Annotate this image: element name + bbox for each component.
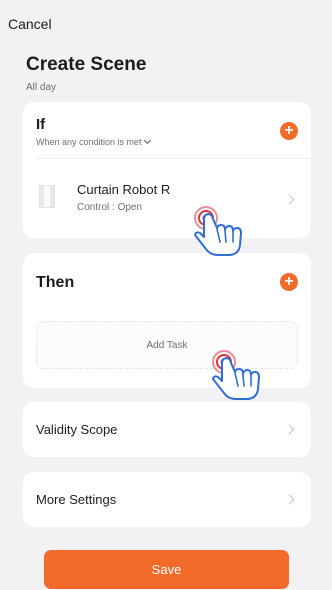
schedule-subtitle: All day: [26, 82, 57, 93]
chevron-right-icon: [284, 494, 295, 505]
divider: [36, 158, 311, 159]
cancel-button[interactable]: Cancel: [8, 16, 52, 32]
add-action-button[interactable]: +: [280, 273, 298, 291]
device-control: Control : Open: [77, 202, 143, 213]
page-title: Create Scene: [26, 54, 147, 75]
curtain-device-icon: [39, 185, 55, 208]
more-settings-row[interactable]: More Settings: [23, 472, 311, 527]
save-button[interactable]: Save: [44, 550, 289, 589]
condition-dropdown[interactable]: When any condition is met: [36, 136, 151, 147]
if-card: If When any condition is met + Curtain R…: [23, 102, 311, 238]
add-condition-button[interactable]: +: [280, 122, 298, 140]
save-label: Save: [151, 562, 182, 577]
tap-hand-icon: [212, 350, 260, 400]
chevron-down-icon: [143, 136, 151, 145]
more-settings-label: More Settings: [36, 492, 117, 507]
device-name: Curtain Robot R: [77, 182, 171, 197]
validity-scope-row[interactable]: Validity Scope: [23, 402, 311, 457]
chevron-right-icon: [284, 424, 295, 435]
chevron-right-icon: [284, 194, 295, 205]
add-task-label: Add Task: [146, 339, 188, 351]
condition-label: When any condition is met: [36, 137, 142, 147]
if-title: If: [36, 116, 46, 133]
then-title: Then: [36, 274, 75, 291]
validity-scope-label: Validity Scope: [36, 422, 118, 437]
tap-hand-icon: [194, 206, 242, 256]
